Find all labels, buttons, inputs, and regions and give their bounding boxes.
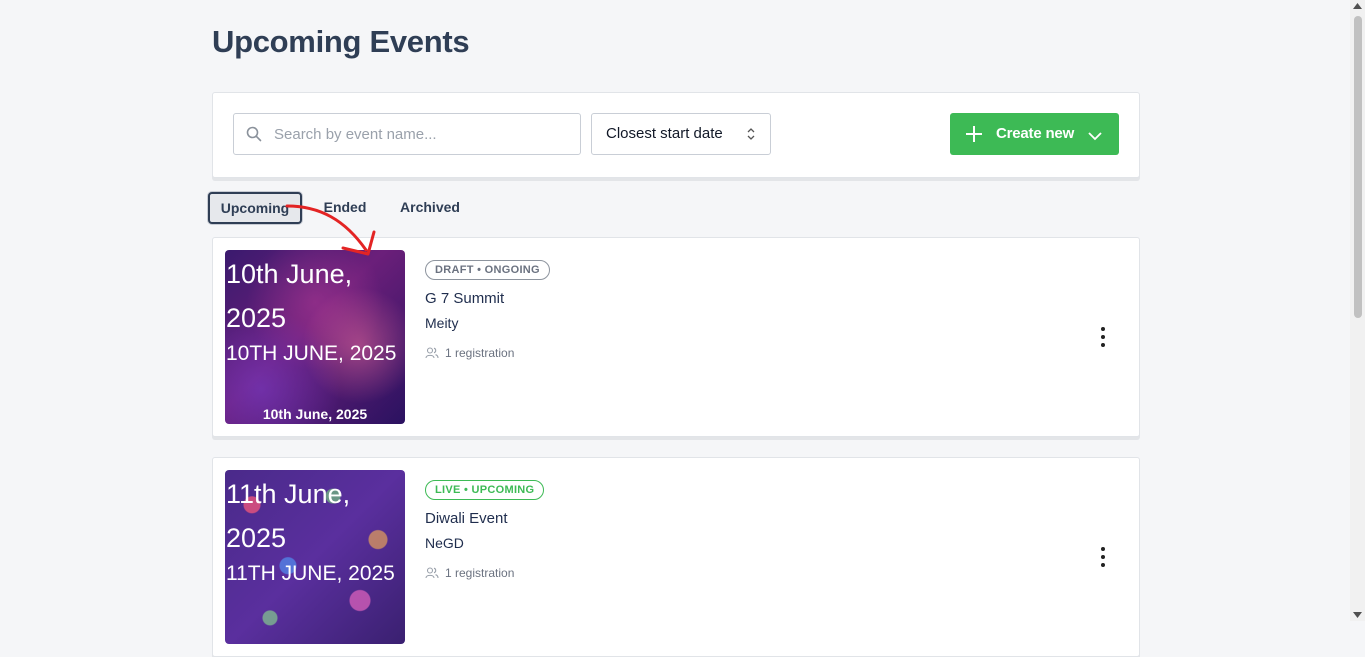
registration-label: 1 registration: [445, 346, 515, 360]
thumbnail-date-small: 10th June, 2025: [262, 406, 368, 422]
status-badge: LIVE • UPCOMING: [425, 480, 545, 500]
event-card[interactable]: 10th June, 2025 10TH JUNE, 2025 10th Jun…: [212, 237, 1140, 437]
event-card[interactable]: 11th June, 2025 11TH JUNE, 2025 LIVE • U…: [212, 457, 1140, 657]
event-name[interactable]: G 7 Summit: [425, 290, 504, 307]
users-icon: [425, 347, 439, 359]
event-organizer: Meity: [425, 315, 459, 331]
registration-count: 1 registration: [425, 346, 514, 360]
chevron-down-icon[interactable]: [1088, 128, 1102, 145]
registration-count: 1 registration: [425, 566, 514, 580]
thumbnail-date-large: 10th June, 2025: [226, 259, 353, 333]
create-new-label: Create new: [996, 125, 1075, 142]
create-new-button[interactable]: Create new: [950, 113, 1119, 155]
sort-chevrons-icon: [746, 127, 756, 145]
scrollbar-thumb[interactable]: [1354, 16, 1362, 318]
status-badge: DRAFT • ONGOING: [425, 260, 550, 280]
thumbnail-date-caps: 10TH JUNE, 2025: [226, 342, 397, 365]
sort-select[interactable]: Closest start date: [591, 113, 771, 155]
scroll-up-icon[interactable]: [1353, 3, 1362, 9]
plus-icon: [965, 125, 983, 147]
registration-label: 1 registration: [445, 566, 515, 580]
thumbnail-date-caps: 11TH JUNE, 2025: [226, 562, 395, 585]
tab-upcoming[interactable]: Upcoming: [208, 192, 302, 224]
event-toolbar: Closest start date Create new: [212, 92, 1140, 178]
search-input[interactable]: [272, 114, 566, 154]
page-scrollbar[interactable]: [1350, 0, 1365, 621]
tab-archived[interactable]: Archived: [396, 192, 464, 222]
event-thumbnail: 11th June, 2025 11TH JUNE, 2025: [225, 470, 405, 644]
search-box[interactable]: [233, 113, 581, 155]
event-thumbnail: 10th June, 2025 10TH JUNE, 2025 10th Jun…: [225, 250, 405, 424]
tab-ended[interactable]: Ended: [316, 192, 374, 222]
kebab-menu-icon[interactable]: [1093, 326, 1113, 348]
event-organizer: NeGD: [425, 535, 464, 551]
search-icon: [246, 126, 262, 147]
page-title: Upcoming Events: [212, 24, 470, 59]
users-icon: [425, 567, 439, 579]
sort-select-label: Closest start date: [606, 125, 723, 142]
kebab-menu-icon[interactable]: [1093, 546, 1113, 568]
scroll-down-icon[interactable]: [1353, 612, 1362, 618]
event-name[interactable]: Diwali Event: [425, 510, 508, 527]
thumbnail-date-large: 11th June, 2025: [226, 479, 351, 553]
